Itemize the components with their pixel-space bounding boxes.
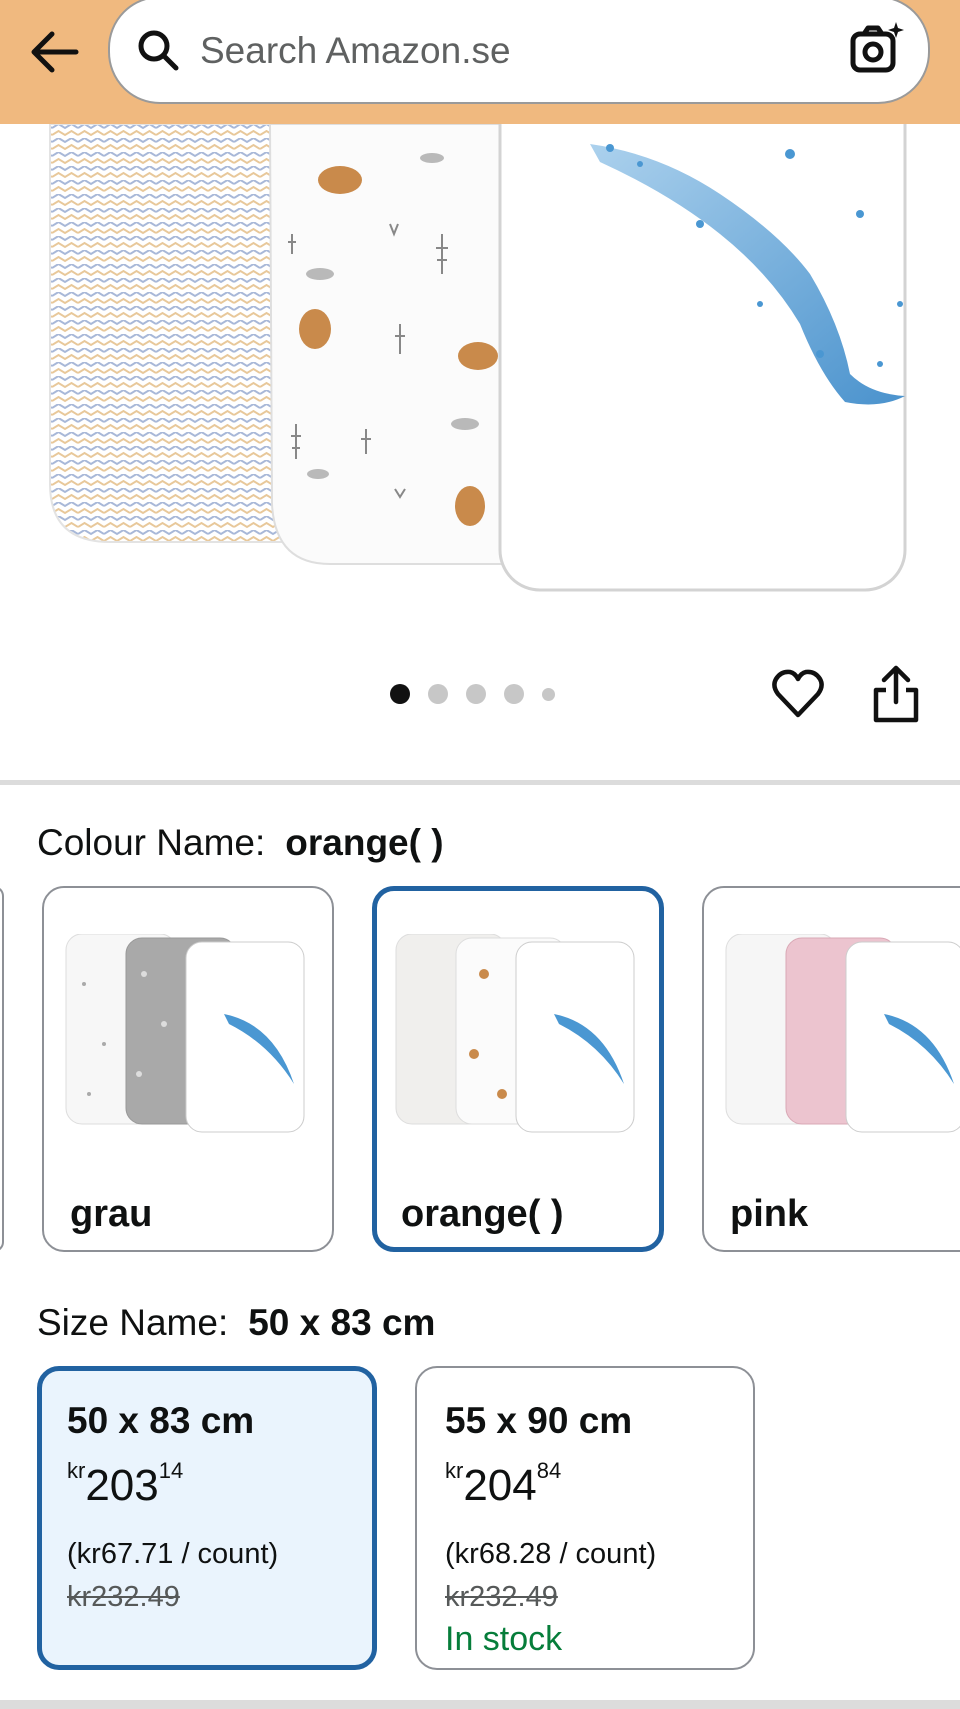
heart-icon[interactable]	[770, 666, 826, 722]
price: kr20484	[445, 1458, 561, 1511]
colour-name-row: Colour Name: orange( )	[37, 822, 444, 864]
swatch-label: grau	[70, 1193, 153, 1235]
unit-price: (kr68.28 / count)	[445, 1538, 657, 1570]
swatch-thumbnail	[725, 934, 960, 1133]
colour-name-label: Colour Name:	[37, 822, 266, 863]
swatch-label: orange( )	[401, 1193, 564, 1235]
price-fraction: 14	[158, 1458, 184, 1483]
size-name-label: Size Name:	[37, 1302, 229, 1343]
carousel-dot[interactable]	[466, 684, 486, 704]
colour-swatch-offscreen[interactable]	[0, 886, 4, 1252]
product-image[interactable]	[0, 124, 960, 624]
price-whole: 204	[463, 1461, 537, 1510]
size-option-50x83[interactable]: 50 x 83 cm kr20314 (kr67.71 / count) kr2…	[37, 1366, 377, 1670]
size-option-label: 55 x 90 cm	[445, 1400, 633, 1441]
swatch-label: pink	[730, 1193, 809, 1235]
colour-swatch-pink[interactable]: pink	[702, 886, 960, 1252]
availability-status: In stock	[445, 1620, 563, 1658]
size-name-value: 50 x 83 cm	[248, 1302, 436, 1343]
carousel-dot-active[interactable]	[390, 684, 410, 704]
size-name-row: Size Name: 50 x 83 cm	[37, 1302, 435, 1344]
price-whole: 203	[85, 1461, 159, 1510]
carousel-dot[interactable]	[504, 684, 524, 704]
camera-sparkle-icon[interactable]	[848, 20, 906, 78]
unit-price: (kr67.71 / count)	[67, 1538, 279, 1570]
list-price: kr232.49	[67, 1581, 180, 1613]
search-icon	[138, 30, 179, 71]
swatch-thumbnail	[65, 934, 305, 1133]
price-fraction: 84	[536, 1458, 562, 1483]
carousel-dot[interactable]	[542, 687, 555, 701]
price: kr20314	[67, 1458, 183, 1511]
product-image-graphic	[49, 124, 907, 592]
image-carousel-dots[interactable]	[390, 684, 555, 704]
bottom-divider	[0, 1700, 960, 1709]
list-price: kr232.49	[445, 1581, 558, 1613]
swatch-thumbnail	[395, 934, 635, 1133]
colour-swatch-orange[interactable]: orange( )	[372, 886, 664, 1252]
carousel-dot[interactable]	[428, 684, 448, 704]
arrow-left-icon	[31, 31, 79, 73]
share-icon[interactable]	[870, 664, 922, 724]
size-option-label: 50 x 83 cm	[67, 1400, 255, 1441]
back-button[interactable]	[24, 20, 84, 84]
search-input[interactable]	[200, 26, 840, 76]
section-divider	[0, 780, 960, 785]
colour-name-value: orange( )	[285, 822, 444, 863]
price-currency: kr	[67, 1458, 86, 1483]
colour-swatch-grau[interactable]: grau	[42, 886, 334, 1252]
search-box[interactable]	[108, 0, 930, 104]
price-currency: kr	[445, 1458, 464, 1483]
size-option-55x90[interactable]: 55 x 90 cm kr20484 (kr68.28 / count) kr2…	[415, 1366, 755, 1670]
top-search-bar	[0, 0, 960, 124]
